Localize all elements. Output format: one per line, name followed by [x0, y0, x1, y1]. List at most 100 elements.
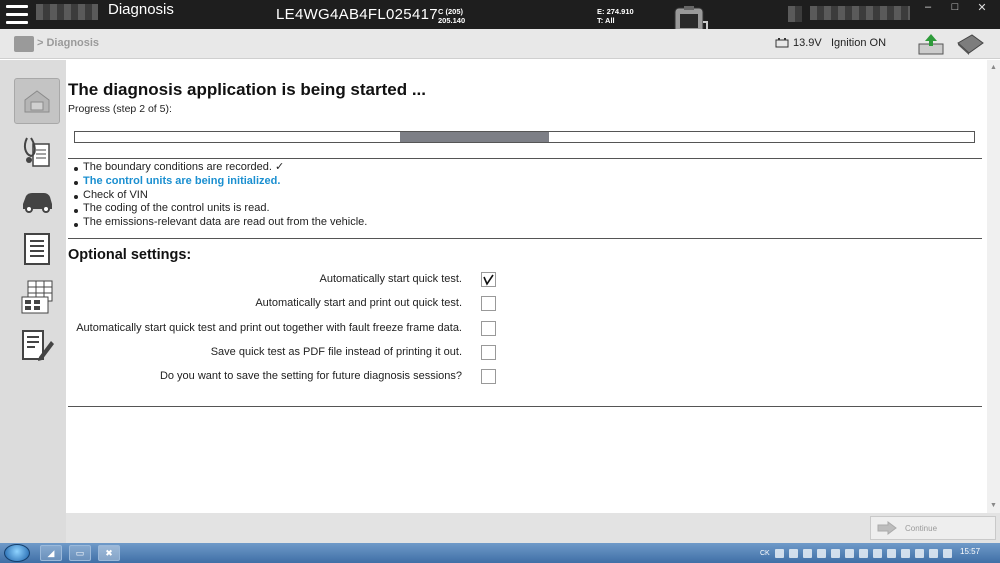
- progress-bar: [74, 131, 975, 143]
- divider: [68, 406, 982, 407]
- grid-modules-icon: [21, 280, 53, 314]
- checkmark-icon: [483, 274, 494, 286]
- home-icon[interactable]: [14, 36, 34, 52]
- e-info-line2: T: All: [597, 16, 615, 25]
- c-info: C (205) 205.140: [438, 7, 465, 25]
- option-row: Automatically start quick test.: [66, 272, 506, 289]
- header-bar: > Diagnosis 13.9V Ignition ON: [0, 29, 1000, 59]
- clock[interactable]: 15:57: [960, 547, 980, 556]
- vin-label: LE4WG4AB4FL025417: [276, 6, 438, 23]
- bullet-icon: [74, 208, 78, 213]
- step-item: The control units are being initialized.: [74, 175, 367, 189]
- bullet-icon: [74, 194, 78, 199]
- taskbar-explorer-icon[interactable]: ▭: [69, 545, 91, 561]
- step-item: The coding of the control units is read.: [74, 202, 367, 216]
- garage-icon: [24, 90, 50, 113]
- option-label: Automatically start quick test and print…: [76, 322, 462, 334]
- manual-icon[interactable]: [955, 33, 985, 60]
- taskbar-app-icon[interactable]: ◢: [40, 545, 62, 561]
- vertical-scrollbar[interactable]: ▲ ▼: [987, 60, 1000, 513]
- divider: [68, 238, 982, 239]
- ignition-status: Ignition ON: [831, 37, 887, 49]
- hamburger-menu-icon[interactable]: [6, 5, 28, 24]
- progress-bar-fill: [400, 132, 549, 142]
- redacted-logo: [36, 4, 98, 20]
- step-label: The emissions-relevant data are read out…: [83, 216, 368, 229]
- page-title: The diagnosis application is being start…: [68, 80, 427, 99]
- upload-icon[interactable]: [917, 32, 945, 61]
- progress-label: Progress (step 2 of 5):: [68, 103, 172, 115]
- list-icon: [24, 233, 50, 265]
- step-item: Check of VIN: [74, 189, 367, 203]
- sidebar-item-modules[interactable]: [14, 274, 60, 320]
- tray-icon[interactable]: [872, 548, 882, 558]
- system-tray: CK: [760, 546, 952, 560]
- tray-icon[interactable]: [830, 548, 840, 558]
- sidebar-item-vehicle[interactable]: [14, 178, 60, 224]
- windows-taskbar: ◢ ▭ ✖ CK 15:57: [0, 543, 1000, 563]
- tray-icon[interactable]: [858, 548, 868, 558]
- e-info-line1: E: 274.910: [597, 7, 634, 16]
- tray-icon[interactable]: [816, 548, 826, 558]
- step-item: The boundary conditions are recorded. ✓: [74, 161, 367, 175]
- maximize-button[interactable]: □: [945, 1, 965, 13]
- close-button[interactable]: ✕: [972, 1, 992, 14]
- main-content: The diagnosis application is being start…: [66, 60, 987, 513]
- divider: [68, 158, 982, 159]
- step-item: The emissions-relevant data are read out…: [74, 216, 367, 230]
- volume-icon[interactable]: [942, 548, 952, 558]
- tray-icon[interactable]: [900, 548, 910, 558]
- left-sidebar: [0, 60, 66, 543]
- tray-icon[interactable]: [886, 548, 896, 558]
- minimize-button[interactable]: –: [918, 1, 938, 13]
- option-checkbox[interactable]: [481, 272, 496, 287]
- flag-icon[interactable]: [914, 548, 924, 558]
- sidebar-item-diagnosis[interactable]: [14, 128, 60, 174]
- option-row: Automatically start quick test and print…: [66, 321, 506, 338]
- step-list: The boundary conditions are recorded. ✓ T…: [74, 161, 367, 230]
- tray-icon[interactable]: [774, 548, 784, 558]
- bullet-icon: [74, 181, 78, 186]
- help-icon[interactable]: [802, 548, 812, 558]
- car-icon: [23, 193, 52, 213]
- battery-status: 13.9V: [775, 37, 822, 49]
- scroll-up-arrow-icon[interactable]: ▲: [990, 64, 997, 71]
- c-info-line2: 205.140: [438, 16, 466, 25]
- sidebar-item-home[interactable]: [14, 78, 60, 124]
- option-checkbox[interactable]: [481, 369, 496, 384]
- title-bar: Diagnosis LE4WG4AB4FL025417 C (205) 205.…: [0, 0, 1000, 44]
- option-row: Do you want to save the setting for futu…: [66, 369, 506, 386]
- e-info: E: 274.910 T: All: [597, 7, 634, 25]
- bullet-icon: [74, 167, 78, 172]
- option-checkbox[interactable]: [481, 296, 496, 311]
- step-label: The coding of the control units is read.: [83, 202, 270, 215]
- continue-button[interactable]: Continue: [870, 516, 996, 540]
- language-indicator[interactable]: CK: [760, 550, 770, 557]
- arrow-right-icon: [877, 521, 897, 535]
- step-label: Check of VIN: [83, 188, 148, 201]
- option-label: Save quick test as PDF file instead of p…: [210, 346, 462, 358]
- scroll-down-arrow-icon[interactable]: ▼: [990, 502, 997, 509]
- option-checkbox[interactable]: [481, 321, 496, 336]
- start-button[interactable]: [4, 544, 30, 562]
- battery-icon: [775, 38, 789, 48]
- step-label: The control units are being initialized.: [83, 174, 281, 187]
- option-checkbox[interactable]: [481, 345, 496, 360]
- footer-bar: Continue: [66, 513, 1000, 543]
- redacted-user: [810, 6, 910, 20]
- user-icon: [788, 6, 802, 22]
- taskbar-diagnosis-icon[interactable]: ✖: [98, 545, 120, 561]
- network-icon[interactable]: [928, 548, 938, 558]
- tray-icon[interactable]: [788, 548, 798, 558]
- breadcrumb: > Diagnosis: [37, 37, 100, 49]
- continue-label: Continue: [905, 523, 938, 533]
- sidebar-item-list[interactable]: [14, 226, 60, 272]
- option-row: Automatically start and print out quick …: [66, 296, 506, 313]
- sidebar-item-documents[interactable]: [14, 322, 60, 368]
- step-label: The boundary conditions are recorded. ✓: [83, 161, 285, 173]
- option-label: Automatically start quick test.: [319, 273, 462, 285]
- tray-icon[interactable]: [844, 548, 854, 558]
- option-row: Save quick test as PDF file instead of p…: [66, 345, 506, 362]
- option-label: Do you want to save the setting for futu…: [159, 370, 462, 382]
- stethoscope-icon: [23, 137, 50, 167]
